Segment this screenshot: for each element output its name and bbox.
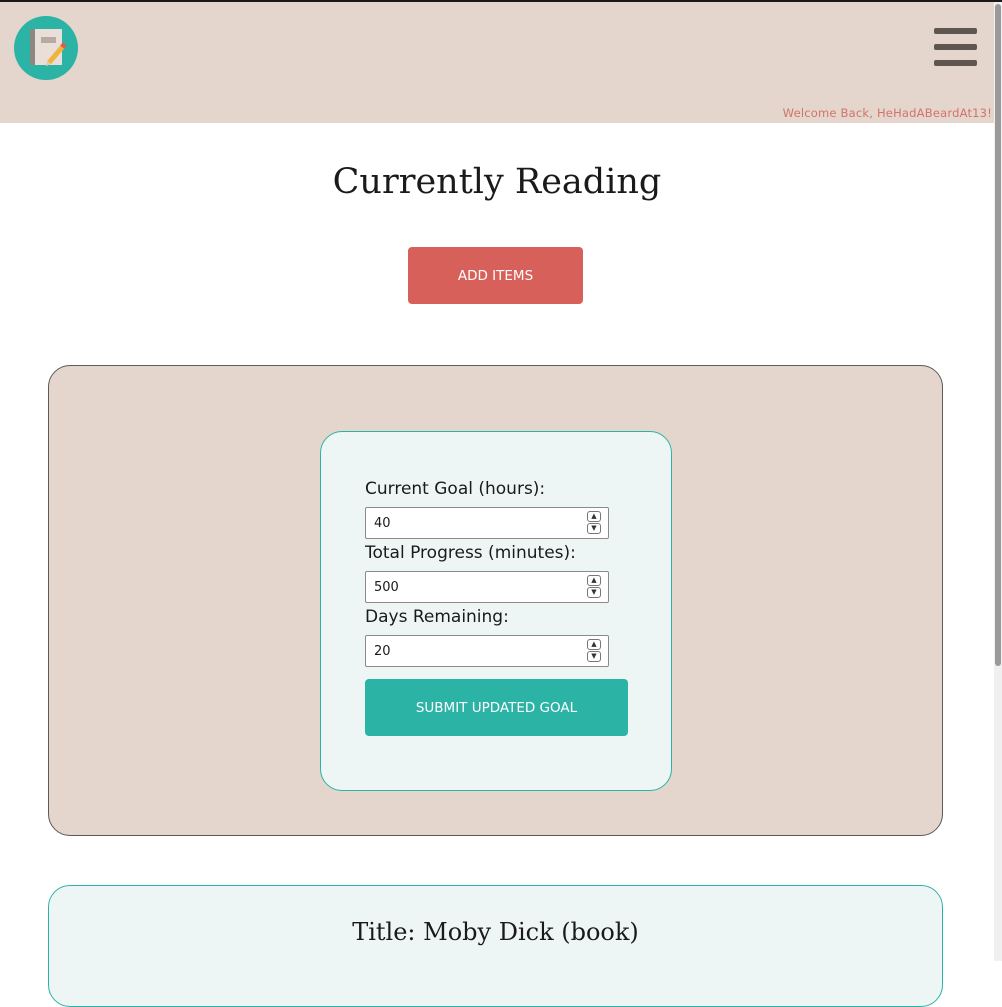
total-progress-field[interactable]: ▲ ▼ [365,571,609,603]
goal-section: Current Goal (hours): ▲ ▼ Total Progress… [48,365,943,836]
days-remaining-input[interactable] [374,636,574,666]
days-remaining-spinner[interactable]: ▲ ▼ [587,639,601,663]
add-items-button[interactable]: ADD ITEMS [408,247,583,304]
total-progress-spinner[interactable]: ▲ ▼ [587,575,601,599]
days-remaining-label: Days Remaining: [365,607,509,627]
book-title: Title: Moby Dick (book) [352,918,639,946]
goal-form-card: Current Goal (hours): ▲ ▼ Total Progress… [320,431,672,791]
increment-arrow-icon[interactable]: ▲ [587,639,601,650]
notebook-pencil-icon[interactable] [14,16,78,80]
current-goal-spinner[interactable]: ▲ ▼ [587,511,601,535]
site-header: Welcome Back, HeHadABeardAt13! [0,2,994,123]
current-goal-label: Current Goal (hours): [365,479,546,499]
current-goal-input[interactable] [374,508,574,538]
days-remaining-field[interactable]: ▲ ▼ [365,635,609,667]
welcome-message: Welcome Back, HeHadABeardAt13! [782,106,992,120]
decrement-arrow-icon[interactable]: ▼ [587,651,601,662]
decrement-arrow-icon[interactable]: ▼ [587,523,601,534]
submit-goal-button[interactable]: SUBMIT UPDATED GOAL [365,679,628,736]
increment-arrow-icon[interactable]: ▲ [587,575,601,586]
increment-arrow-icon[interactable]: ▲ [587,511,601,522]
book-card: Title: Moby Dick (book) [48,885,943,1007]
page-title: Currently Reading [332,162,662,202]
scrollbar-thumb[interactable] [995,4,1001,666]
hamburger-menu-icon[interactable] [934,28,977,66]
total-progress-label: Total Progress (minutes): [365,543,576,563]
page-scrollbar[interactable] [994,2,1002,961]
total-progress-input[interactable] [374,572,574,602]
current-goal-field[interactable]: ▲ ▼ [365,507,609,539]
decrement-arrow-icon[interactable]: ▼ [587,587,601,598]
